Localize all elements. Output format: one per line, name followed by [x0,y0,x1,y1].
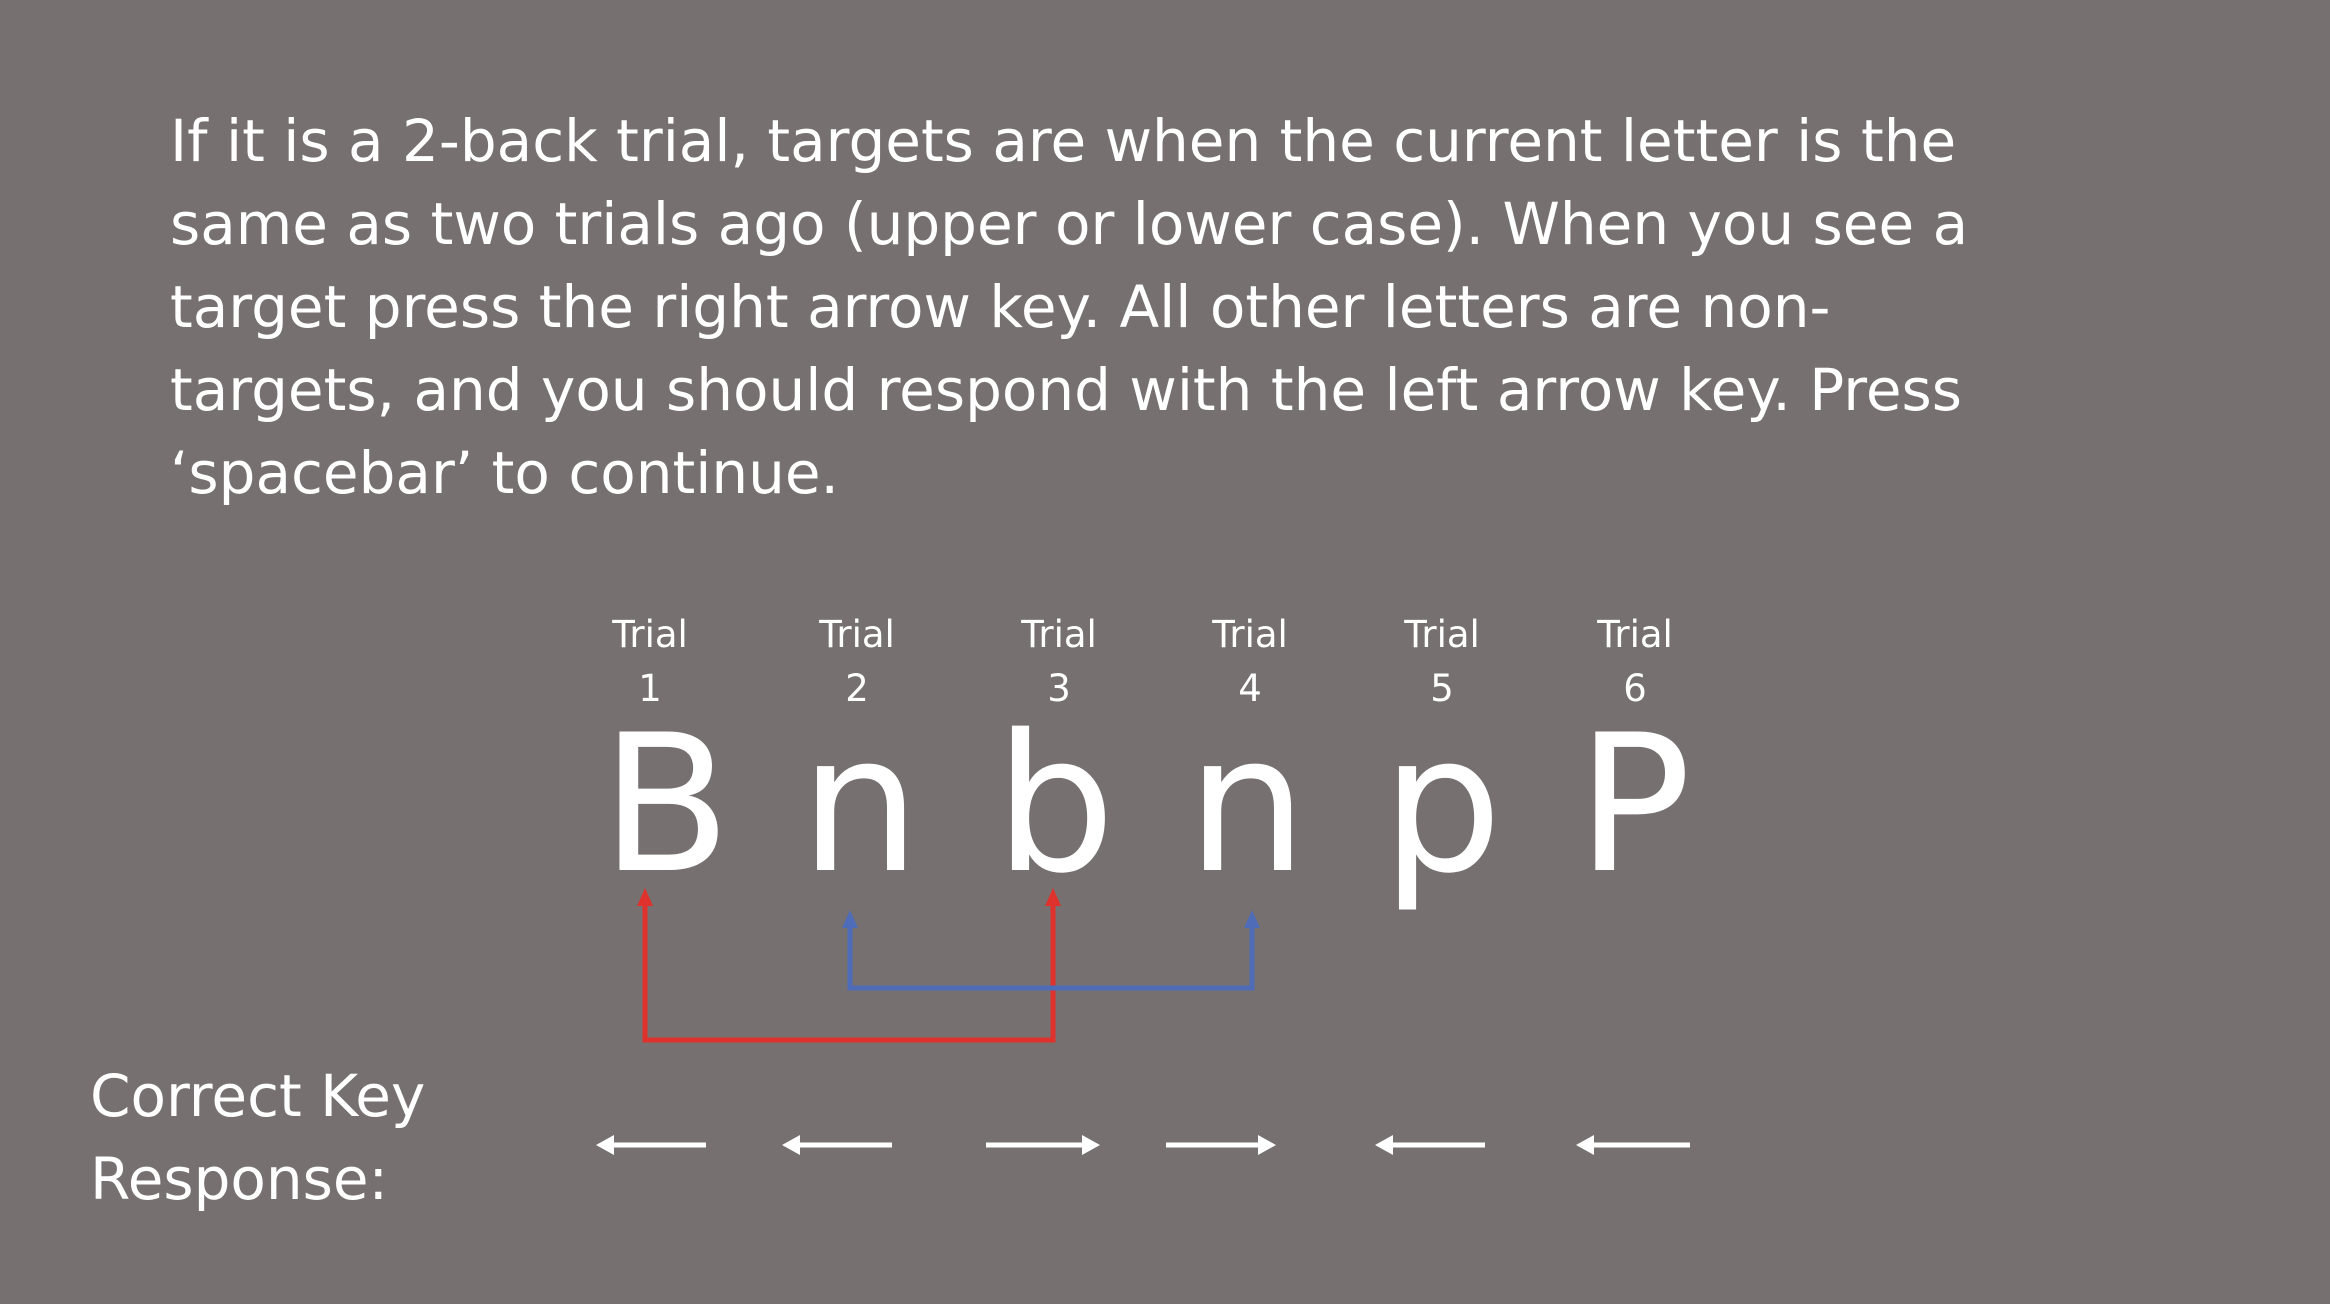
right-arrow-icon [986,1135,1100,1155]
left-arrow-icon [596,1135,706,1155]
left-arrow-icon [1576,1135,1690,1155]
response-arrow-layer [596,1135,1690,1155]
correct-key-line-2: Response: [90,1145,389,1213]
up-arrowhead-icon [637,888,653,906]
up-arrowhead-icon [1045,888,1061,906]
up-arrowhead-icon [842,910,858,928]
correct-key-label: Correct Key Response: [90,1055,425,1221]
left-arrow-icon [782,1135,892,1155]
left-arrow-icon [1375,1135,1485,1155]
correct-key-line-1: Correct Key [90,1062,426,1130]
right-arrow-icon [1166,1135,1276,1155]
link-layer [637,888,1260,1043]
up-arrowhead-icon [1244,910,1260,928]
